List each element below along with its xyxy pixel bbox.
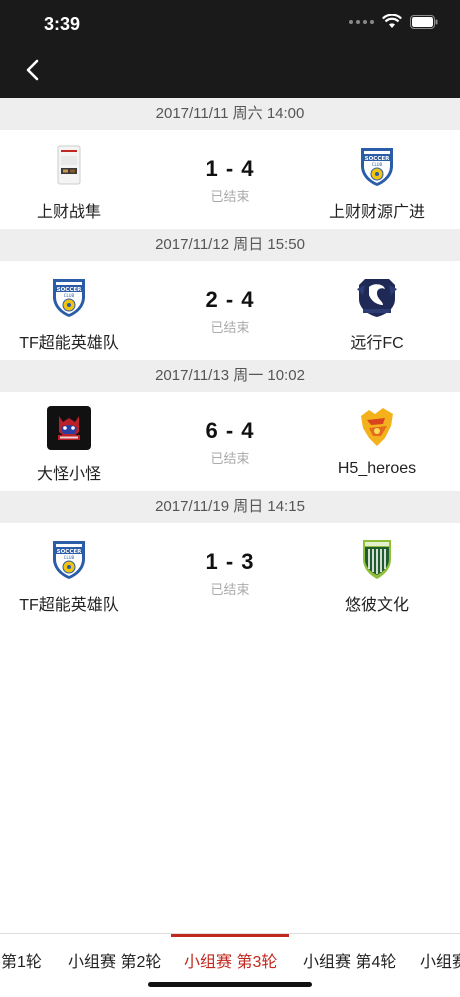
navy-crest-icon — [357, 279, 397, 317]
soccer-club-shield-icon — [47, 537, 91, 581]
navigation-header: 3:39 — [0, 0, 460, 98]
match-date-header: 2017/11/12 周日 15:50 — [0, 229, 460, 261]
home-team-name: 大怪小怪 — [36, 466, 101, 483]
monster-badge-icon — [47, 406, 91, 450]
match-date-header: 2017/11/19 周日 14:15 — [0, 491, 460, 523]
home-indicator — [148, 982, 312, 987]
match-date-header: 2017/11/11 周六 14:00 — [0, 98, 460, 130]
home-team[interactable]: TF超能英雄队 — [0, 275, 149, 353]
away-team[interactable]: 悠彼文化 — [297, 537, 457, 615]
soccer-club-shield-icon — [355, 144, 399, 188]
status-time: 3:39 — [44, 14, 81, 34]
tab-group-round-5[interactable]: 小组赛 — [420, 948, 460, 972]
soccer-club-shield-icon — [47, 275, 91, 319]
status-icons — [349, 14, 438, 29]
away-team-name: 远行FC — [350, 335, 404, 352]
away-team-name: 悠彼文化 — [344, 597, 409, 614]
match-row[interactable]: TF超能英雄队 2 - 4 已结束 远行FC — [0, 261, 460, 360]
home-team-name: 上财战隼 — [36, 204, 101, 221]
yellow-emblem-icon — [361, 408, 393, 446]
away-team-name: H5_heroes — [337, 460, 417, 477]
home-team-name: TF超能英雄队 — [19, 597, 119, 614]
battery-icon — [410, 14, 438, 29]
home-team-name: TF超能英雄队 — [19, 335, 119, 352]
round-tab-bar: 第1轮 小组赛 第2轮 小组赛 第3轮 小组赛 第4轮 小组赛 — [0, 933, 460, 997]
away-team[interactable]: H5_heroes — [297, 406, 457, 478]
tab-group-round-2[interactable]: 小组赛 第2轮 — [68, 948, 161, 972]
away-team-name: 上财财源广进 — [328, 204, 425, 221]
away-team[interactable]: 上财财源广进 — [297, 144, 457, 222]
tab-round-1[interactable]: 第1轮 — [1, 948, 42, 972]
home-team[interactable]: 大怪小怪 — [0, 406, 149, 484]
signal-dots-icon — [349, 19, 374, 24]
match-row[interactable]: 大怪小怪 6 - 4 已结束 H5_heroes — [0, 392, 460, 491]
match-row[interactable]: TF超能英雄队 1 - 3 已结束 悠彼文化 — [0, 523, 460, 622]
home-team[interactable]: 上财战隼 — [0, 144, 149, 222]
active-tab-indicator — [171, 934, 289, 937]
green-shield-icon — [363, 540, 391, 579]
tab-group-round-3[interactable]: 小组赛 第3轮 — [184, 948, 277, 972]
back-arrow-icon[interactable] — [20, 56, 48, 84]
match-list: 2017/11/11 周六 14:00 上财战隼 1 - 4 已结束 上财财源广… — [0, 98, 460, 622]
tab-group-round-4[interactable]: 小组赛 第4轮 — [303, 948, 396, 972]
away-team[interactable]: 远行FC — [297, 275, 457, 353]
wifi-icon — [382, 14, 402, 28]
home-team[interactable]: TF超能英雄队 — [0, 537, 149, 615]
match-row[interactable]: 上财战隼 1 - 4 已结束 上财财源广进 — [0, 130, 460, 229]
photo-logo — [57, 145, 81, 185]
match-date-header: 2017/11/13 周一 10:02 — [0, 360, 460, 392]
